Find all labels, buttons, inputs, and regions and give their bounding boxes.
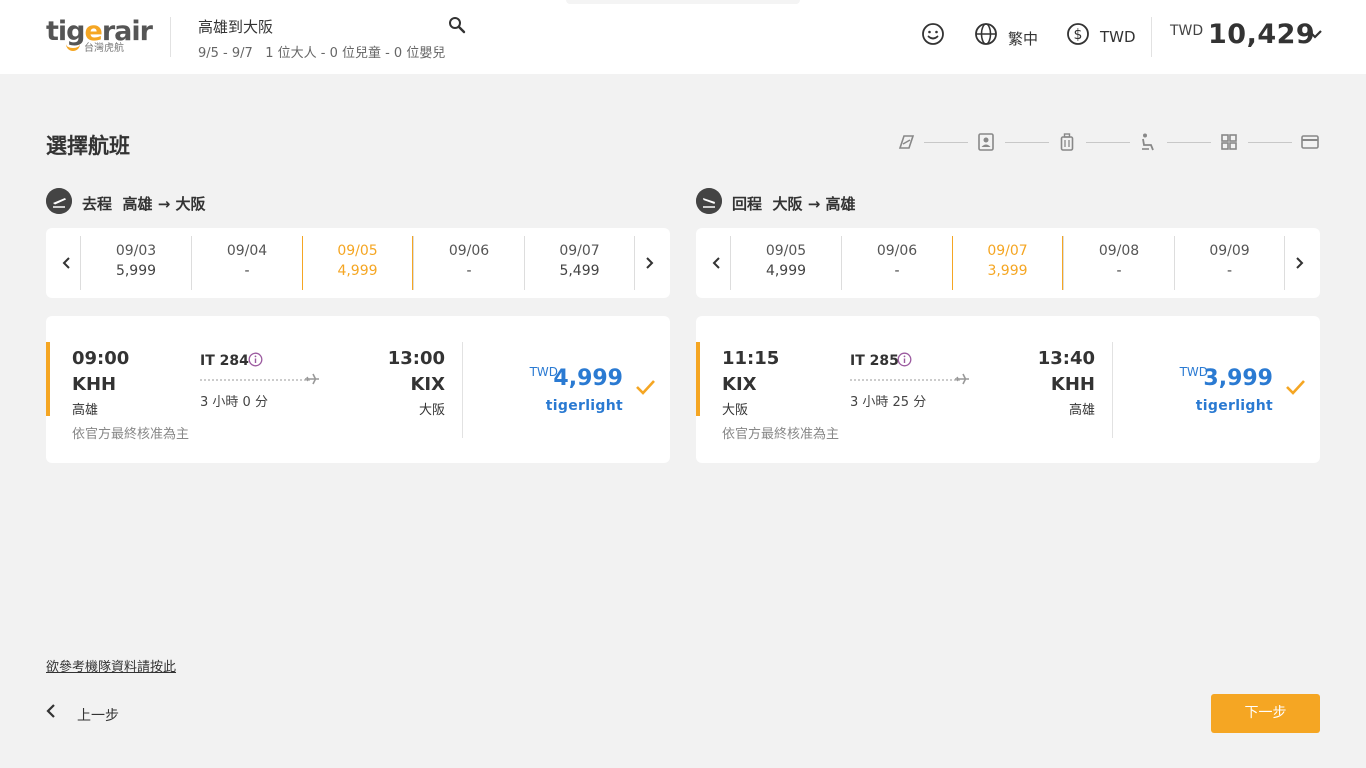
seat-step-icon: [1142, 133, 1154, 151]
outbound-date-strip: 09/03 5,999 09/04- 09/05 4,999 09/06- 09/0…: [46, 228, 670, 298]
flight-number: IT 284: [200, 353, 249, 369]
check-icon: [1286, 380, 1305, 395]
inbound-flight-card[interactable]: 11:15 KIX 大阪 依官方最終核准為主 IT 285 3 小時 25 分 …: [696, 316, 1320, 463]
departure-city: 大阪: [722, 403, 749, 418]
flight-step-icon: [898, 135, 915, 149]
header-divider: [170, 17, 171, 57]
chevron-left-icon[interactable]: [706, 252, 728, 274]
arrival-code: KIX: [410, 374, 445, 395]
arrival-icon: [696, 188, 722, 214]
date-option-selected[interactable]: 09/05 4,999: [302, 236, 413, 290]
top-header: tigerair 台灣虎航 高雄到大阪 9/5 - 9/7 1 位大人 - 0 …: [0, 0, 1366, 74]
header-divider: [1151, 17, 1152, 57]
passenger-summary: 1 位大人 - 0 位兒童 - 0 位嬰兒: [265, 46, 446, 61]
date-option[interactable]: 09/06-: [841, 236, 952, 290]
approval-note: 依官方最終核准為主: [722, 427, 840, 442]
arrival-city: 高雄: [1068, 403, 1095, 418]
date-option[interactable]: 09/04-: [191, 236, 302, 290]
departure-icon: [46, 188, 72, 214]
chevron-right-icon[interactable]: [1288, 252, 1310, 274]
fare-type: tigerlight: [545, 398, 623, 414]
extras-step-icon: [1221, 134, 1237, 150]
date-option[interactable]: 09/09-: [1174, 236, 1285, 290]
step-connector: [1005, 142, 1049, 143]
info-icon[interactable]: [248, 352, 263, 367]
search-icon[interactable]: [448, 16, 466, 34]
date-option[interactable]: 09/05 4,999: [730, 236, 841, 290]
step-connector: [924, 142, 968, 143]
arrival-code: KHH: [1050, 374, 1095, 395]
passenger-step-icon: [978, 133, 994, 151]
tigerair-logo[interactable]: tigerair 台灣虎航: [46, 16, 153, 58]
flight-number: IT 285: [850, 353, 899, 369]
departure-code: KHH: [72, 374, 117, 395]
currency-selector[interactable]: TWD: [1100, 28, 1136, 46]
flight-duration: 3 小時 25 分: [850, 395, 927, 410]
arrival-city: 大阪: [418, 403, 445, 418]
fare-price: 3,999: [1203, 366, 1273, 391]
currency-icon[interactable]: $: [1066, 22, 1090, 46]
next-button[interactable]: 下一步: [1211, 694, 1320, 733]
arrival-time: 13:40: [1037, 348, 1095, 369]
approval-note: 依官方最終核准為主: [72, 427, 190, 442]
check-icon: [636, 380, 655, 395]
fare-type: tigerlight: [1195, 398, 1273, 414]
departure-code: KIX: [722, 374, 757, 395]
total-currency: TWD: [1170, 23, 1204, 39]
selected-accent: [46, 342, 50, 416]
svg-text:$: $: [1074, 27, 1083, 43]
back-button[interactable]: 上一步: [44, 700, 154, 726]
step-connector: [1167, 142, 1211, 143]
inbound-label: 回程 大阪 → 高雄: [732, 195, 856, 213]
route-title: 高雄到大阪: [198, 18, 274, 36]
baggage-step-icon: [1060, 133, 1074, 151]
route-details: 9/5 - 9/7 1 位大人 - 0 位兒童 - 0 位嬰兒: [198, 42, 445, 61]
route-line: [200, 379, 310, 381]
fleet-info-link[interactable]: 欲參考機隊資料請按此: [46, 656, 176, 675]
chevron-down-icon[interactable]: [1306, 25, 1324, 43]
inbound-date-strip: 09/05 4,999 09/06- 09/07 3,999 09/08- 09/0…: [696, 228, 1320, 298]
chevron-right-icon[interactable]: [638, 252, 660, 274]
step-connector: [1086, 142, 1130, 143]
route-line: [850, 379, 960, 381]
date-option[interactable]: 09/07 5,499: [524, 236, 635, 290]
language-selector[interactable]: 繁中: [1008, 28, 1038, 49]
card-divider: [462, 342, 463, 438]
back-button-label: 上一步: [77, 708, 119, 724]
fare-price: 4,999: [553, 366, 623, 391]
page-title: 選擇航班: [46, 134, 130, 158]
total-amount: 10,429: [1208, 19, 1316, 50]
date-option[interactable]: 09/08-: [1063, 236, 1174, 290]
date-option-selected[interactable]: 09/07 3,999: [952, 236, 1063, 290]
chevron-left-icon[interactable]: [56, 252, 78, 274]
flight-duration: 3 小時 0 分: [200, 395, 268, 410]
date-option[interactable]: 09/06-: [413, 236, 524, 290]
step-connector: [1248, 142, 1292, 143]
date-option[interactable]: 09/03 5,999: [80, 236, 191, 290]
payment-step-icon: [1301, 135, 1319, 149]
departure-time: 11:15: [722, 348, 780, 369]
departure-city: 高雄: [72, 403, 99, 418]
logo-smile-icon: [66, 43, 80, 51]
header-tab-shadow: [566, 0, 800, 4]
airplane-icon: [955, 373, 969, 385]
smiley-icon[interactable]: [921, 22, 945, 46]
selected-accent: [696, 342, 700, 416]
logo-subtitle: 台灣虎航: [84, 43, 124, 54]
arrival-time: 13:00: [387, 348, 445, 369]
globe-icon[interactable]: [974, 22, 998, 46]
departure-time: 09:00: [72, 348, 130, 369]
outbound-flight-card[interactable]: 09:00 KHH 高雄 依官方最終核准為主 IT 284 3 小時 0 分 1…: [46, 316, 670, 463]
route-dates: 9/5 - 9/7: [198, 46, 253, 61]
outbound-label: 去程 高雄 → 大阪: [82, 195, 206, 213]
chevron-left-icon: [46, 704, 55, 718]
airplane-icon: [305, 373, 319, 385]
card-divider: [1112, 342, 1113, 438]
info-icon[interactable]: [897, 352, 912, 367]
